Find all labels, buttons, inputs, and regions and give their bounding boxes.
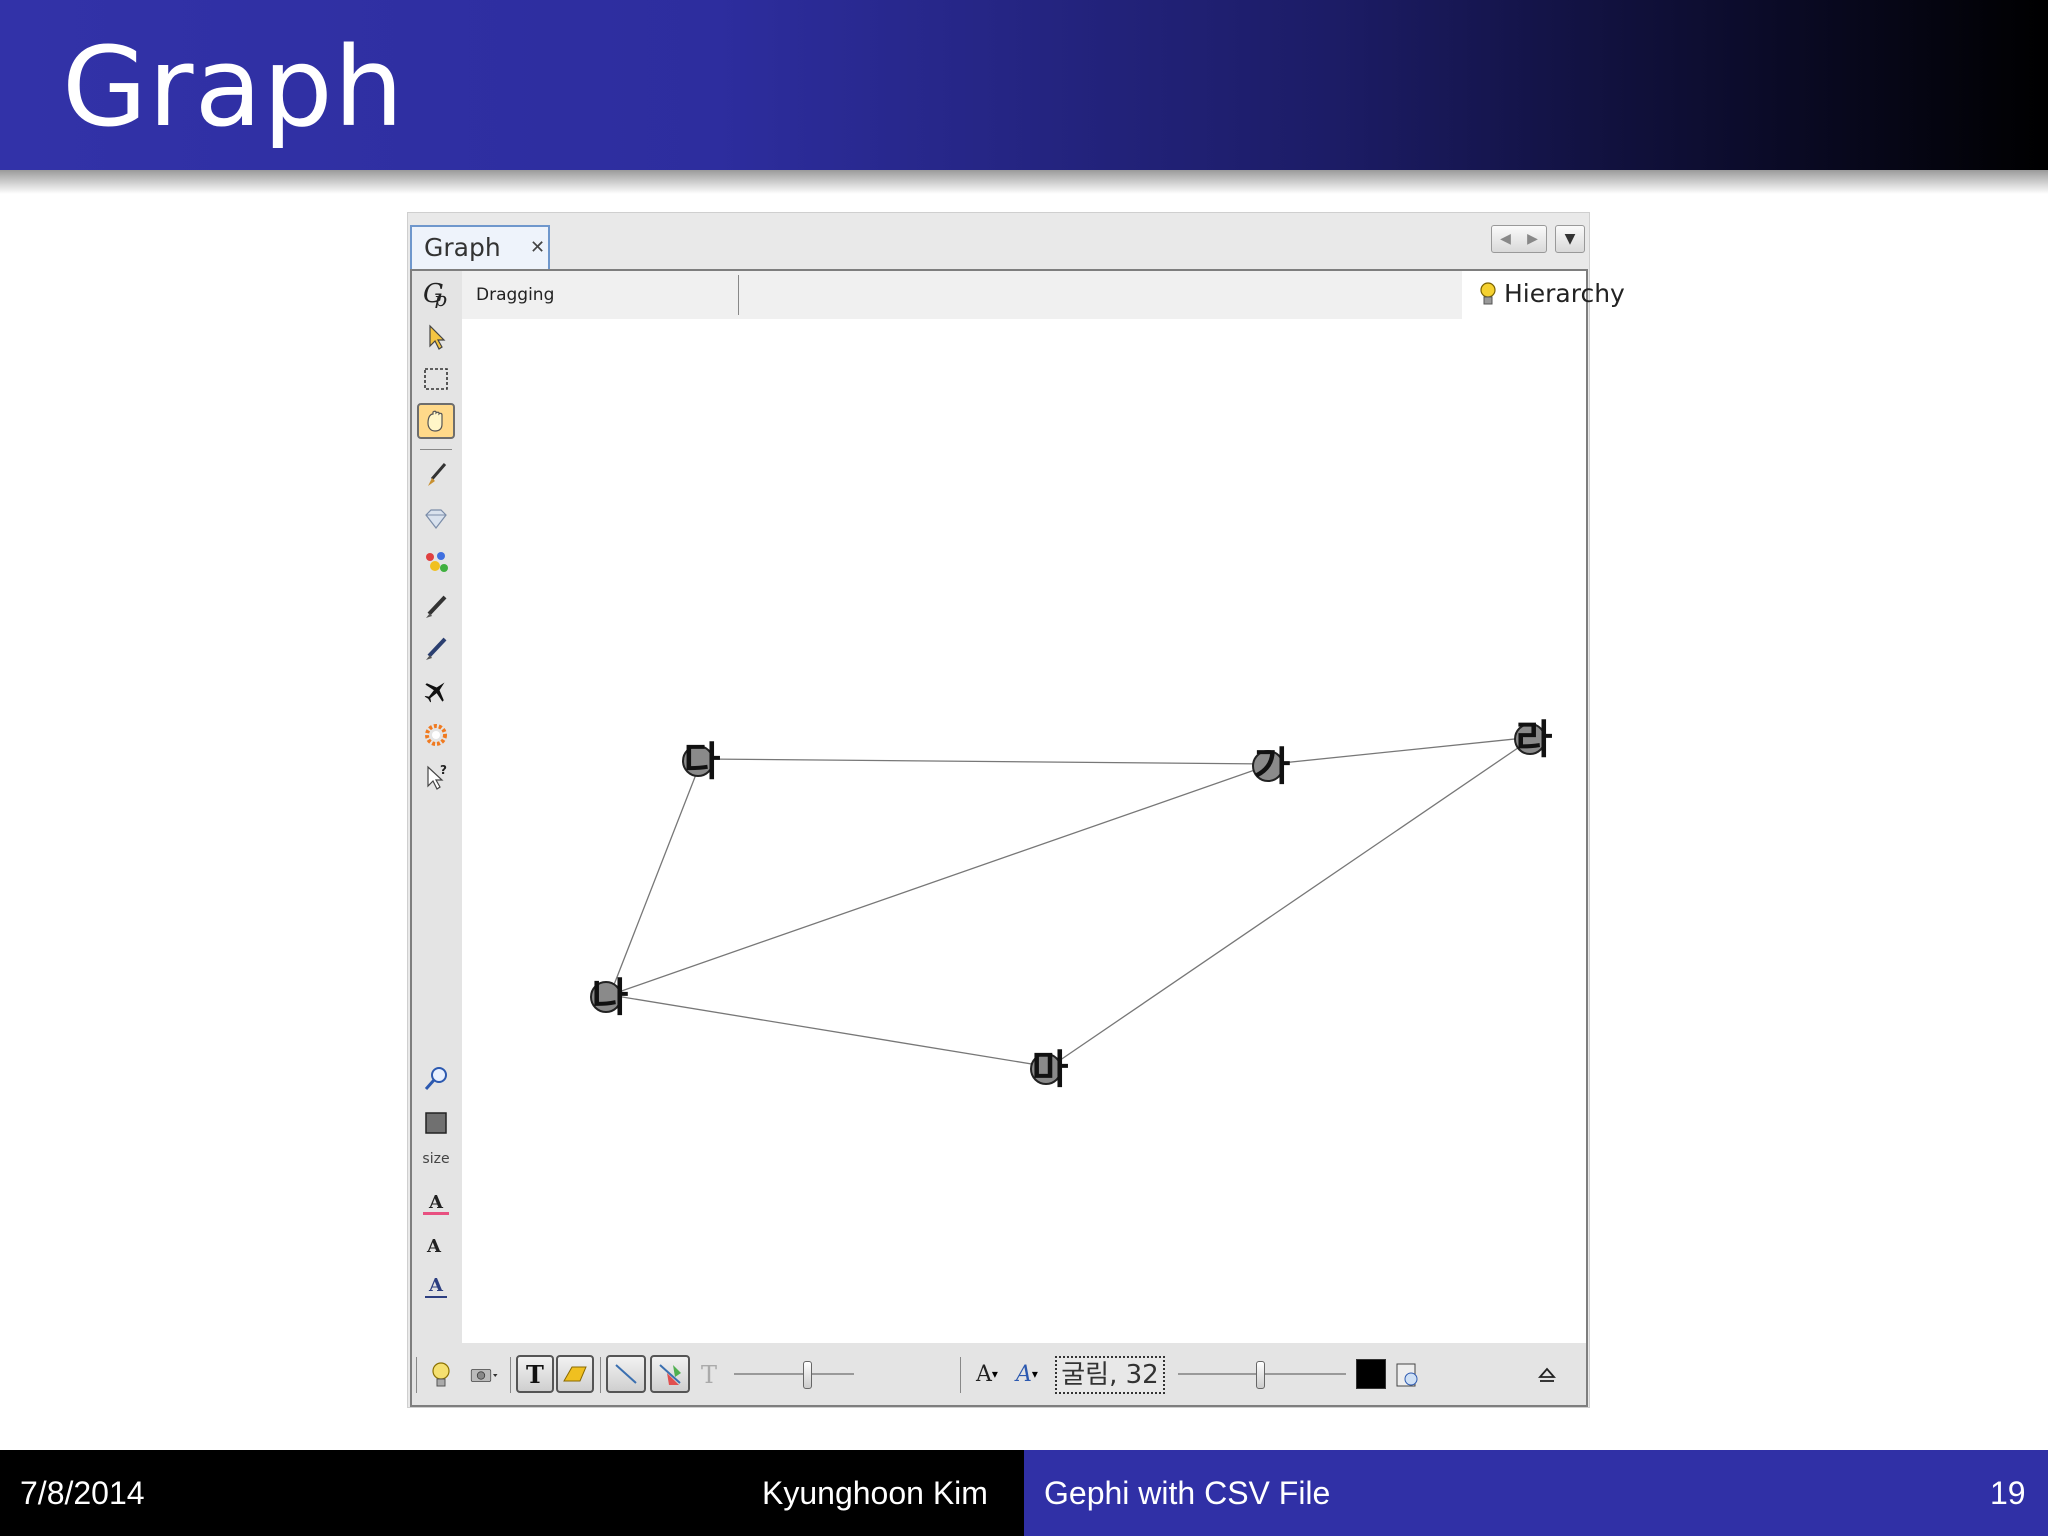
- graph-edge-na-ga: [609, 763, 1273, 996]
- svg-text:A: A: [428, 1192, 444, 1213]
- footer-page-number: 19: [1990, 1475, 2026, 1511]
- close-icon[interactable]: ✕: [530, 237, 545, 258]
- gephi-logo-icon: Gp: [417, 275, 455, 311]
- node-size-label[interactable]: size: [417, 1151, 455, 1167]
- graph-canvas[interactable]: 다 가 라나마: [462, 319, 1586, 1343]
- graph-svg: 다 가 라나마: [590, 717, 1553, 1093]
- lightbulb-icon: [1480, 281, 1496, 304]
- graph-edge-da-ga: [701, 758, 1273, 765]
- graph-edge-ga-ra: [1271, 736, 1535, 765]
- svg-text:A: A: [428, 1275, 444, 1296]
- diamond-icon[interactable]: [417, 501, 455, 537]
- label-color-icon[interactable]: A: [417, 1185, 455, 1221]
- footer-author: Kyunghoon Kim: [762, 1475, 988, 1511]
- left-toolbar: Gp ? size A A A: [412, 271, 462, 1343]
- status-strip: Dragging: [462, 271, 1462, 319]
- label-color-box: [1356, 1359, 1386, 1389]
- tab-list-dropdown-icon[interactable]: ▼: [1555, 225, 1585, 253]
- screenshot-camera-icon[interactable]: [464, 1355, 504, 1393]
- hierarchy-button[interactable]: Hierarchy: [1478, 279, 1625, 308]
- rectangle-select-icon[interactable]: [417, 361, 455, 397]
- tab-scroll-arrows[interactable]: ◀ ▶: [1491, 225, 1547, 253]
- slide-title: Graph: [62, 23, 405, 151]
- expand-toolbar-icon[interactable]: [1532, 1355, 1562, 1393]
- scroll-right-icon[interactable]: ▶: [1527, 231, 1538, 247]
- graph-node-label-ga: 가: [1254, 744, 1291, 790]
- graph-node-label-ma: 마: [1032, 1047, 1069, 1093]
- status-divider: [738, 275, 739, 315]
- svg-text:A: A: [426, 1236, 442, 1257]
- status-text: Dragging: [476, 285, 555, 305]
- footer-date: 7/8/2014: [20, 1475, 145, 1511]
- node-color-icon[interactable]: [417, 1105, 455, 1141]
- label-color-swatch[interactable]: [1356, 1355, 1386, 1393]
- font-selector[interactable]: 굴림, 32: [1055, 1356, 1165, 1394]
- toolbar-divider: [416, 1357, 417, 1393]
- edge-color-icon[interactable]: [650, 1355, 690, 1393]
- svg-text:?: ?: [440, 763, 447, 777]
- edge-pencil-icon[interactable]: [417, 631, 455, 667]
- bottom-toolbar: T T A ▾ A ▾ 굴림, 32: [412, 1343, 1586, 1405]
- copy-properties-icon[interactable]: [1390, 1355, 1424, 1393]
- toolbar-divider: [510, 1357, 511, 1393]
- font-style-dropdown-icon[interactable]: A ▾: [1012, 1355, 1042, 1393]
- airplane-icon[interactable]: [417, 673, 455, 709]
- lightbulb-icon[interactable]: [426, 1355, 456, 1393]
- label-font-icon[interactable]: A: [417, 1269, 455, 1305]
- hide-labels-icon[interactable]: [556, 1355, 594, 1393]
- edge-labels-icon[interactable]: T: [696, 1355, 726, 1393]
- title-bar-shadow: [0, 170, 2048, 194]
- pencil-icon[interactable]: [417, 589, 455, 625]
- tab-graph-label: Graph: [424, 233, 501, 262]
- drag-hand-icon[interactable]: [417, 403, 455, 439]
- edge-weight-slider-track[interactable]: [734, 1373, 854, 1375]
- graph-edge-da-na: [609, 758, 703, 996]
- gephi-graph-window: Graph ✕ ◀ ▶ ▼ Gp ? size A A A Dragging H…: [407, 212, 1625, 1408]
- zoom-fit-icon[interactable]: [417, 1061, 455, 1097]
- edge-weight-slider-thumb[interactable]: [803, 1361, 812, 1389]
- graph-edge-na-ma: [609, 994, 1051, 1068]
- show-labels-icon[interactable]: T: [516, 1355, 554, 1393]
- sun-gear-icon[interactable]: [417, 717, 455, 753]
- toolbar-divider: [960, 1357, 961, 1393]
- label-size-slider-thumb[interactable]: [1256, 1361, 1265, 1389]
- show-edges-icon[interactable]: [606, 1355, 646, 1393]
- brush-icon[interactable]: [417, 457, 455, 493]
- svg-text:T: T: [526, 1360, 544, 1389]
- toolbar-divider: [600, 1357, 601, 1393]
- footer-topic: Gephi with CSV File: [1044, 1475, 1331, 1511]
- svg-text:p: p: [434, 287, 447, 308]
- graph-node-label-ra: 라: [1516, 717, 1553, 763]
- font-size-dropdown-icon[interactable]: A ▾: [972, 1355, 1002, 1393]
- select-arrow-icon[interactable]: [417, 319, 455, 355]
- graph-node-label-na: 나: [592, 975, 629, 1021]
- hierarchy-label: Hierarchy: [1504, 279, 1625, 308]
- graph-node-label-da: 다: [684, 739, 721, 785]
- graph-edge-ma-ra: [1049, 736, 1535, 1068]
- toolbar-divider: [420, 449, 452, 450]
- tab-graph[interactable]: Graph ✕: [410, 225, 550, 269]
- graph-panel: Gp ? size A A A Dragging Hierarchy 다 가 라…: [410, 269, 1625, 1407]
- help-cursor-icon[interactable]: ?: [417, 759, 455, 795]
- label-size-icon[interactable]: A: [417, 1227, 455, 1263]
- scroll-left-icon[interactable]: ◀: [1500, 231, 1511, 247]
- paint-bucket-icon[interactable]: [417, 545, 455, 581]
- svg-text:T: T: [701, 1361, 717, 1389]
